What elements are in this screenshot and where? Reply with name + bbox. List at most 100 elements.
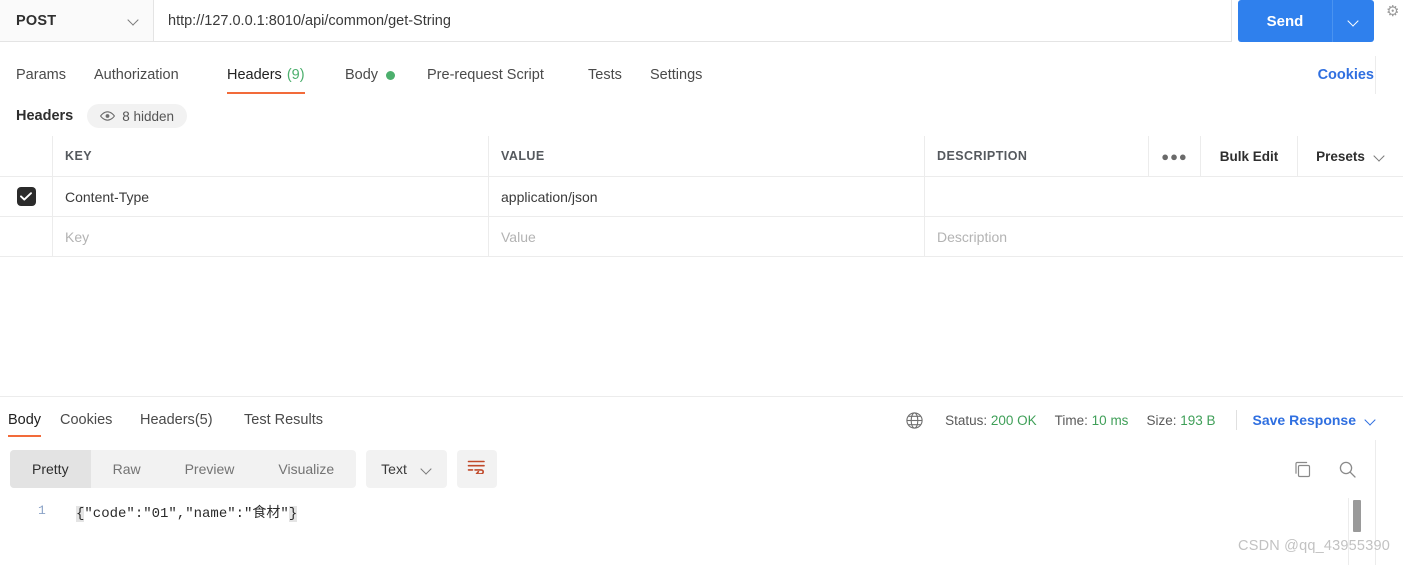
column-label: DESCRIPTION	[937, 149, 1028, 163]
cookies-link[interactable]: Cookies	[1318, 56, 1374, 94]
tab-body[interactable]: Body	[345, 56, 396, 94]
status-value: 200 OK	[990, 412, 1037, 428]
row-key-text: Content-Type	[65, 188, 150, 205]
column-header-value: VALUE	[489, 136, 925, 176]
time-label: Time:	[1054, 412, 1088, 428]
scrollbar-thumb[interactable]	[1353, 500, 1361, 532]
tab-label: Test Results	[244, 412, 323, 428]
send-button-group: Send	[1238, 0, 1374, 42]
divider	[1235, 410, 1237, 430]
status-label: Status:	[945, 412, 988, 428]
save-response-button[interactable]: Save Response	[1253, 412, 1377, 428]
headers-table: KEY VALUE DESCRIPTION ●●● Bulk Edit Pres…	[0, 136, 1403, 257]
row-value-cell[interactable]: application/json	[489, 177, 925, 216]
chevron-down-icon	[1348, 16, 1359, 27]
time-value: 10 ms	[1091, 412, 1129, 428]
search-icon[interactable]	[1338, 460, 1357, 479]
headers-section-title: Headers	[16, 108, 74, 124]
column-header-key: KEY	[53, 136, 489, 176]
response-view-toolbar: Pretty Raw Preview Visualize Text	[10, 450, 497, 488]
view-mode-raw[interactable]: Raw	[91, 450, 163, 488]
table-options-button[interactable]: ●●●	[1149, 136, 1201, 176]
new-description-input[interactable]: Description	[925, 217, 1403, 256]
pane-divider[interactable]	[0, 396, 1403, 397]
chevron-down-icon	[421, 464, 432, 475]
size-stat: Size: 193 B	[1146, 413, 1215, 428]
eye-icon	[100, 111, 116, 121]
tab-label: Authorization	[94, 67, 179, 83]
right-divider	[1375, 440, 1376, 498]
tab-tests[interactable]: Tests	[588, 56, 622, 94]
row-checkbox-cell	[0, 217, 53, 256]
view-mode-preview[interactable]: Preview	[163, 450, 257, 488]
new-key-input[interactable]: Key	[53, 217, 489, 256]
url-text: http://127.0.0.1:8010/api/common/get-Str…	[168, 12, 451, 29]
response-tab-cookies[interactable]: Cookies	[60, 403, 112, 437]
tab-label: Body	[8, 412, 42, 428]
corner-cutoff-icon[interactable]: ⚙	[1386, 2, 1402, 22]
url-input[interactable]: http://127.0.0.1:8010/api/common/get-Str…	[154, 0, 1232, 42]
row-description-cell[interactable]	[925, 177, 1403, 216]
chevron-down-icon	[1365, 415, 1376, 426]
headers-subheader: Headers 8 hidden	[0, 100, 1403, 132]
tab-label: Headers	[140, 412, 195, 428]
response-format-select[interactable]: Text	[366, 450, 447, 488]
bulk-edit-button[interactable]: Bulk Edit	[1201, 136, 1298, 176]
tab-count: (5)	[194, 412, 213, 428]
response-tab-test-results[interactable]: Test Results	[244, 403, 323, 437]
body-present-dot-icon	[386, 70, 396, 80]
response-status-bar: Status: 200 OK Time: 10 ms Size: 193 B S…	[906, 403, 1376, 437]
viewer-left-rule	[1348, 498, 1349, 565]
save-response-label: Save Response	[1252, 412, 1357, 428]
table-header-row: KEY VALUE DESCRIPTION ●●● Bulk Edit Pres…	[0, 136, 1403, 177]
bulk-edit-label: Bulk Edit	[1219, 148, 1279, 164]
tab-label: Body	[345, 67, 379, 83]
hidden-headers-count: 8 hidden	[122, 108, 175, 124]
wrap-lines-icon	[467, 459, 486, 479]
body-content: "code":"01","name":"食材"	[84, 506, 289, 522]
watermark: CSDN @qq_43955390	[1238, 538, 1390, 554]
key-placeholder: Key	[65, 228, 90, 245]
send-button[interactable]: Send	[1238, 0, 1332, 42]
copy-icon[interactable]	[1293, 460, 1312, 479]
table-row: Content-Type application/json	[0, 177, 1403, 217]
row-checkbox-cell	[0, 177, 53, 216]
wrap-lines-button[interactable]	[456, 450, 497, 488]
send-options-button[interactable]	[1332, 0, 1374, 42]
row-value-text: application/json	[501, 188, 598, 205]
row-key-cell[interactable]: Content-Type	[53, 177, 489, 216]
tab-settings[interactable]: Settings	[650, 56, 702, 94]
row-checkbox[interactable]	[16, 187, 36, 206]
size-label: Size:	[1146, 412, 1177, 428]
view-mode-pretty[interactable]: Pretty	[10, 450, 91, 488]
response-format-label: Text	[381, 461, 407, 477]
response-body-viewer[interactable]: 1 {"code":"01","name":"食材"}	[0, 498, 1403, 565]
table-row-empty: Key Value Description	[0, 217, 1403, 257]
viewer-right-rule	[1375, 498, 1376, 565]
tab-headers[interactable]: Headers (9)	[227, 56, 305, 94]
tab-params[interactable]: Params	[16, 56, 66, 94]
view-mode-visualize[interactable]: Visualize	[256, 450, 356, 488]
hidden-headers-toggle[interactable]: 8 hidden	[87, 104, 188, 128]
new-value-input[interactable]: Value	[489, 217, 925, 256]
close-brace: }	[288, 506, 298, 522]
http-method-select[interactable]: POST	[0, 0, 154, 42]
tab-label: Pre-request Script	[427, 67, 544, 83]
column-header-description: DESCRIPTION	[925, 136, 1149, 176]
chevron-down-icon	[1374, 151, 1385, 162]
column-label: KEY	[65, 149, 93, 163]
presets-button[interactable]: Presets	[1298, 136, 1403, 176]
tab-authorization[interactable]: Authorization	[94, 56, 179, 94]
chevron-down-icon	[128, 15, 139, 26]
size-value: 193 B	[1180, 412, 1216, 428]
response-tab-body[interactable]: Body	[8, 403, 42, 437]
response-tab-headers[interactable]: Headers (5)	[140, 403, 213, 437]
view-mode-segmented-control: Pretty Raw Preview Visualize	[10, 450, 357, 488]
tab-label: Tests	[588, 67, 622, 83]
select-all-cell	[0, 136, 53, 176]
tab-label: Cookies	[60, 412, 113, 428]
globe-icon[interactable]	[906, 411, 923, 429]
tab-pre-request-script[interactable]: Pre-request Script	[427, 56, 544, 94]
column-label: VALUE	[501, 149, 545, 163]
right-divider	[1375, 56, 1376, 94]
